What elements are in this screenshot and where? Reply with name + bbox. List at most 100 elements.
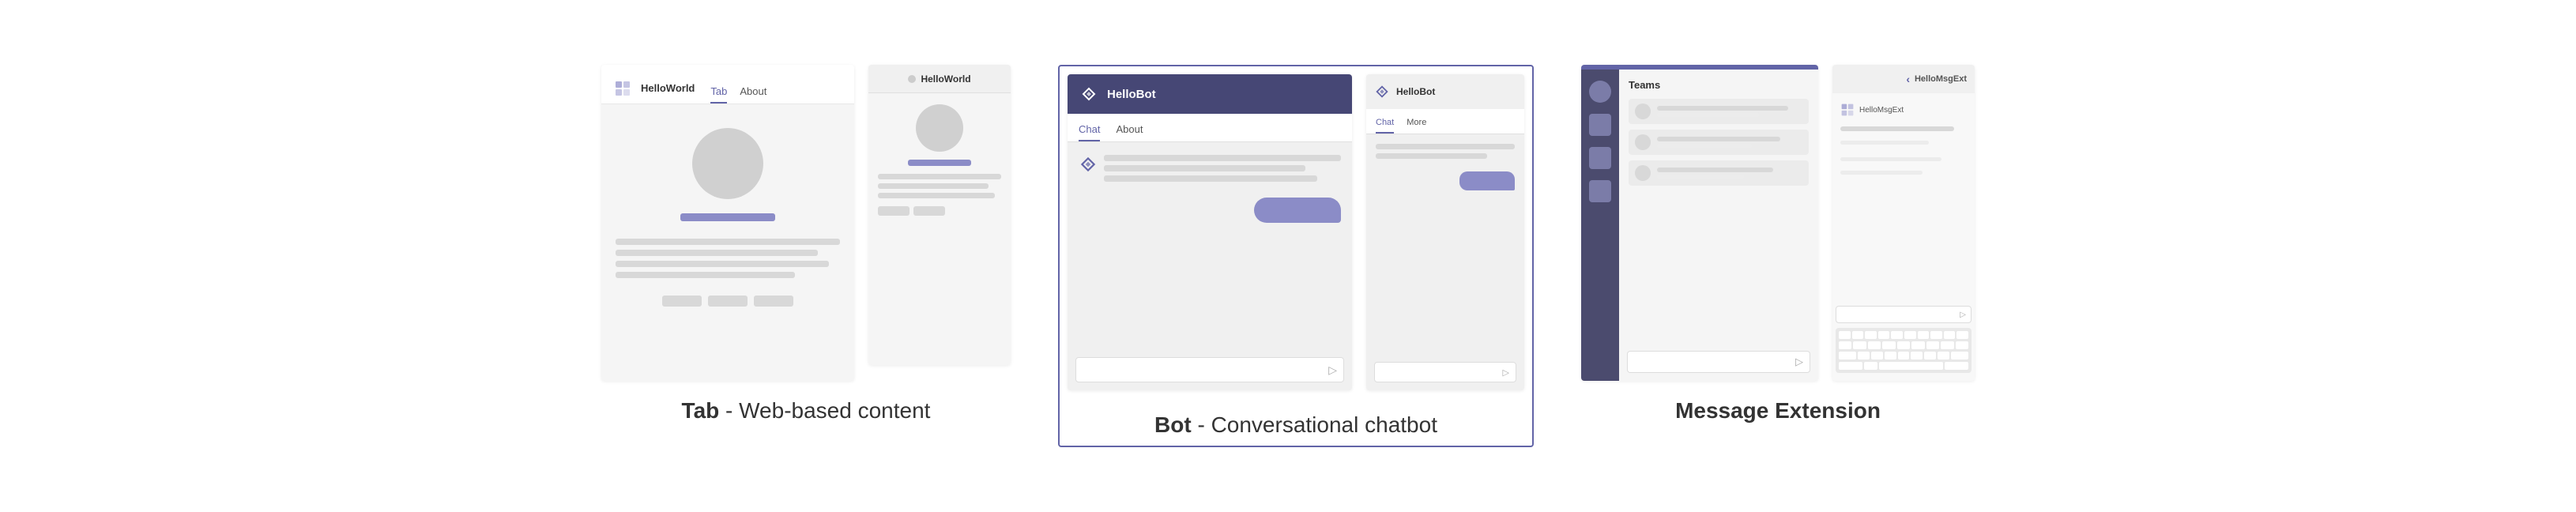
bot-mob-line-1 [1376, 144, 1515, 149]
bot-card-pair: HelloBot Chat About [1068, 74, 1524, 390]
key-11 [1839, 341, 1851, 349]
bot-desktop-app-name: HelloBot [1107, 88, 1156, 101]
tab-app-icon [612, 78, 633, 99]
tab-section: HelloWorld Tab About [601, 65, 1011, 424]
tab-mobile-avatar [916, 104, 963, 152]
msgext-teams-label: Teams [1629, 79, 1809, 91]
bot-desktop-header: HelloBot [1068, 74, 1352, 114]
key-123 [1839, 362, 1862, 370]
bot-mobile-chat[interactable]: Chat [1376, 118, 1394, 134]
tab-mobile-dot [908, 75, 916, 83]
msgext-send-icon[interactable]: ▷ [1795, 356, 1803, 368]
msgext-list-item-2 [1629, 130, 1809, 155]
bot-tab-about[interactable]: About [1116, 123, 1143, 141]
tab-mobile-card: HelloWorld [868, 65, 1011, 365]
list-line-3b [1657, 175, 1744, 179]
tab-content-lines [616, 239, 840, 278]
key-delete [1951, 352, 1968, 360]
bot-caption: Bot - Conversational chatbot [1154, 408, 1437, 446]
ext-mob-line-2 [1840, 141, 1929, 145]
bot-mobile-icon [1374, 84, 1390, 100]
key-19 [1956, 341, 1968, 349]
msgext-input-bar[interactable]: ▷ [1627, 351, 1810, 373]
main-container: HelloWorld Tab About [0, 41, 2576, 471]
msgext-caption-bold: Message Extension [1675, 398, 1881, 423]
tab-caption: Tab - Web-based content [682, 398, 931, 424]
keyboard-row-1 [1839, 331, 1968, 339]
bot-caption-rest: - Conversational chatbot [1192, 412, 1437, 437]
bot-msg-row [1079, 155, 1341, 182]
tab-desktop-header: HelloWorld Tab About [601, 65, 854, 104]
key-12 [1853, 341, 1866, 349]
bot-mobile-message-bar[interactable]: ▷ [1374, 362, 1516, 382]
list-text-2 [1657, 137, 1802, 148]
tab-desktop-card: HelloWorld Tab About [601, 65, 854, 381]
key-16 [1911, 341, 1924, 349]
key-23 [1885, 352, 1896, 360]
list-line-1a [1657, 106, 1788, 111]
msgext-list [1629, 99, 1809, 186]
key-2 [1852, 331, 1864, 339]
msgext-caption: Message Extension [1675, 398, 1881, 424]
ext-mob-input[interactable]: ▷ [1836, 306, 1972, 323]
keyboard-row-2 [1839, 341, 1968, 349]
tab-line-3 [616, 261, 829, 267]
ext-mob-line-1 [1840, 126, 1954, 131]
tab-card-pair: HelloWorld Tab About [601, 65, 1011, 381]
sidebar-icon-4 [1589, 180, 1611, 202]
tab-mobile-header: HelloWorld [868, 65, 1011, 93]
bot-send-icon[interactable]: ▷ [1328, 363, 1337, 377]
bot-mobile-app-name: HelloBot [1396, 86, 1435, 97]
list-line-1b [1657, 113, 1759, 117]
msgext-mobile-header: ‹ HelloMsgExt [1832, 65, 1975, 93]
keyboard-row-3 [1839, 352, 1968, 360]
sidebar-icon-1 [1589, 81, 1611, 103]
bot-tab-chat[interactable]: Chat [1079, 123, 1100, 141]
bot-msg-lines [1104, 155, 1341, 182]
list-line-2a [1657, 137, 1780, 141]
bot-line-1 [1104, 155, 1341, 161]
tab-tab-item[interactable]: Tab [710, 85, 727, 104]
bot-mobile-body: ▷ [1366, 134, 1524, 390]
msgext-card-pair: Teams [1581, 65, 1975, 381]
bot-mobile-tab-bar: Chat More [1366, 109, 1524, 134]
msgext-back-icon: ‹ [1906, 73, 1910, 85]
ext-mob-send[interactable]: ▷ [1960, 311, 1966, 319]
msgext-mobile-app-icon [1840, 103, 1855, 117]
msgext-sidebar [1581, 70, 1619, 381]
list-line-3a [1657, 168, 1773, 172]
msgext-keyboard-area: ▷ [1832, 306, 1975, 373]
tab-mob-line-1 [878, 174, 1001, 179]
key-18 [1941, 341, 1953, 349]
bot-mob-line-2 [1376, 153, 1487, 159]
bot-mobile-more[interactable]: More [1407, 118, 1426, 134]
key-5 [1891, 331, 1903, 339]
list-avatar-2 [1635, 134, 1651, 150]
bot-mobile-reply [1459, 171, 1515, 190]
list-text-1 [1657, 106, 1802, 117]
key-return [1945, 362, 1968, 370]
key-3 [1865, 331, 1877, 339]
ext-mob-line-4 [1840, 171, 1923, 175]
msgext-main-area: Teams [1619, 70, 1818, 381]
bot-message-bar[interactable]: ▷ [1075, 357, 1344, 382]
tab-about-item[interactable]: About [740, 85, 766, 104]
bot-reply-bubble [1254, 198, 1341, 223]
msgext-bottom-bar: ▷ [1627, 351, 1810, 373]
tab-line-2 [616, 250, 818, 256]
msgext-content-area: Teams [1581, 70, 1818, 381]
tab-mobile-lines [878, 174, 1001, 198]
bot-msg-icon [1079, 155, 1098, 174]
bot-mobile-send-icon[interactable]: ▷ [1503, 367, 1509, 378]
tab-caption-bold: Tab [682, 398, 720, 423]
msgext-desktop-card: Teams [1581, 65, 1818, 381]
bot-desktop-tab-bar: Chat About [1068, 114, 1352, 142]
key-17 [1926, 341, 1939, 349]
tab-action-buttons [662, 296, 793, 307]
tab-desktop-app-name: HelloWorld [641, 82, 695, 94]
tab-avatar [692, 128, 763, 199]
bot-app-icon [1079, 84, 1099, 104]
keyboard-mock [1836, 328, 1972, 373]
bot-line-3 [1104, 175, 1317, 182]
sidebar-icon-2 [1589, 114, 1611, 136]
